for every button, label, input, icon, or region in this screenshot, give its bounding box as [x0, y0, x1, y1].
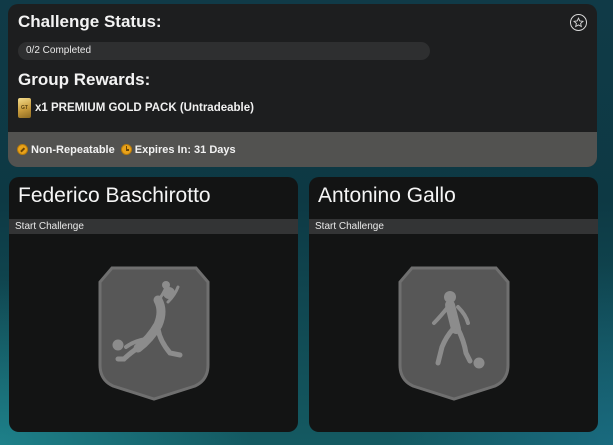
progress-text: 0/2 Completed: [26, 45, 92, 56]
challenge-status-panel: Challenge Status: 0/2 Completed Group Re…: [8, 4, 597, 167]
player-dribble-silhouette-icon: [398, 266, 510, 401]
repeatable-text: Non-Repeatable: [31, 143, 115, 156]
expires-text: Expires In: 31 Days: [134, 143, 236, 156]
card-title: Antonino Gallo: [318, 184, 456, 207]
challenge-card-federico-baschirotto[interactable]: Federico Baschirotto Start Challenge: [9, 177, 298, 432]
pack-label: GT: [21, 105, 28, 111]
start-challenge-button[interactable]: Start Challenge: [309, 219, 598, 234]
gold-pack-icon: GT: [18, 98, 31, 118]
start-challenge-button[interactable]: Start Challenge: [9, 219, 298, 234]
status-footer: Non-Repeatable Expires In: 31 Days: [8, 132, 597, 167]
star-icon[interactable]: [570, 14, 587, 31]
goalkeeper-dive-silhouette-icon: [98, 266, 210, 401]
stopwatch-icon: [120, 144, 132, 155]
group-rewards-title: Group Rewards:: [18, 70, 151, 89]
reward-text: x1 PREMIUM GOLD PACK (Untradeable): [35, 102, 254, 114]
challenge-status-title: Challenge Status:: [18, 12, 162, 31]
non-repeatable-icon: [17, 144, 28, 155]
challenge-card-antonino-gallo[interactable]: Antonino Gallo Start Challenge: [309, 177, 598, 432]
reward-item: GT x1 PREMIUM GOLD PACK (Untradeable): [18, 98, 254, 118]
card-title: Federico Baschirotto: [18, 184, 211, 207]
progress-bar: 0/2 Completed: [18, 42, 430, 60]
